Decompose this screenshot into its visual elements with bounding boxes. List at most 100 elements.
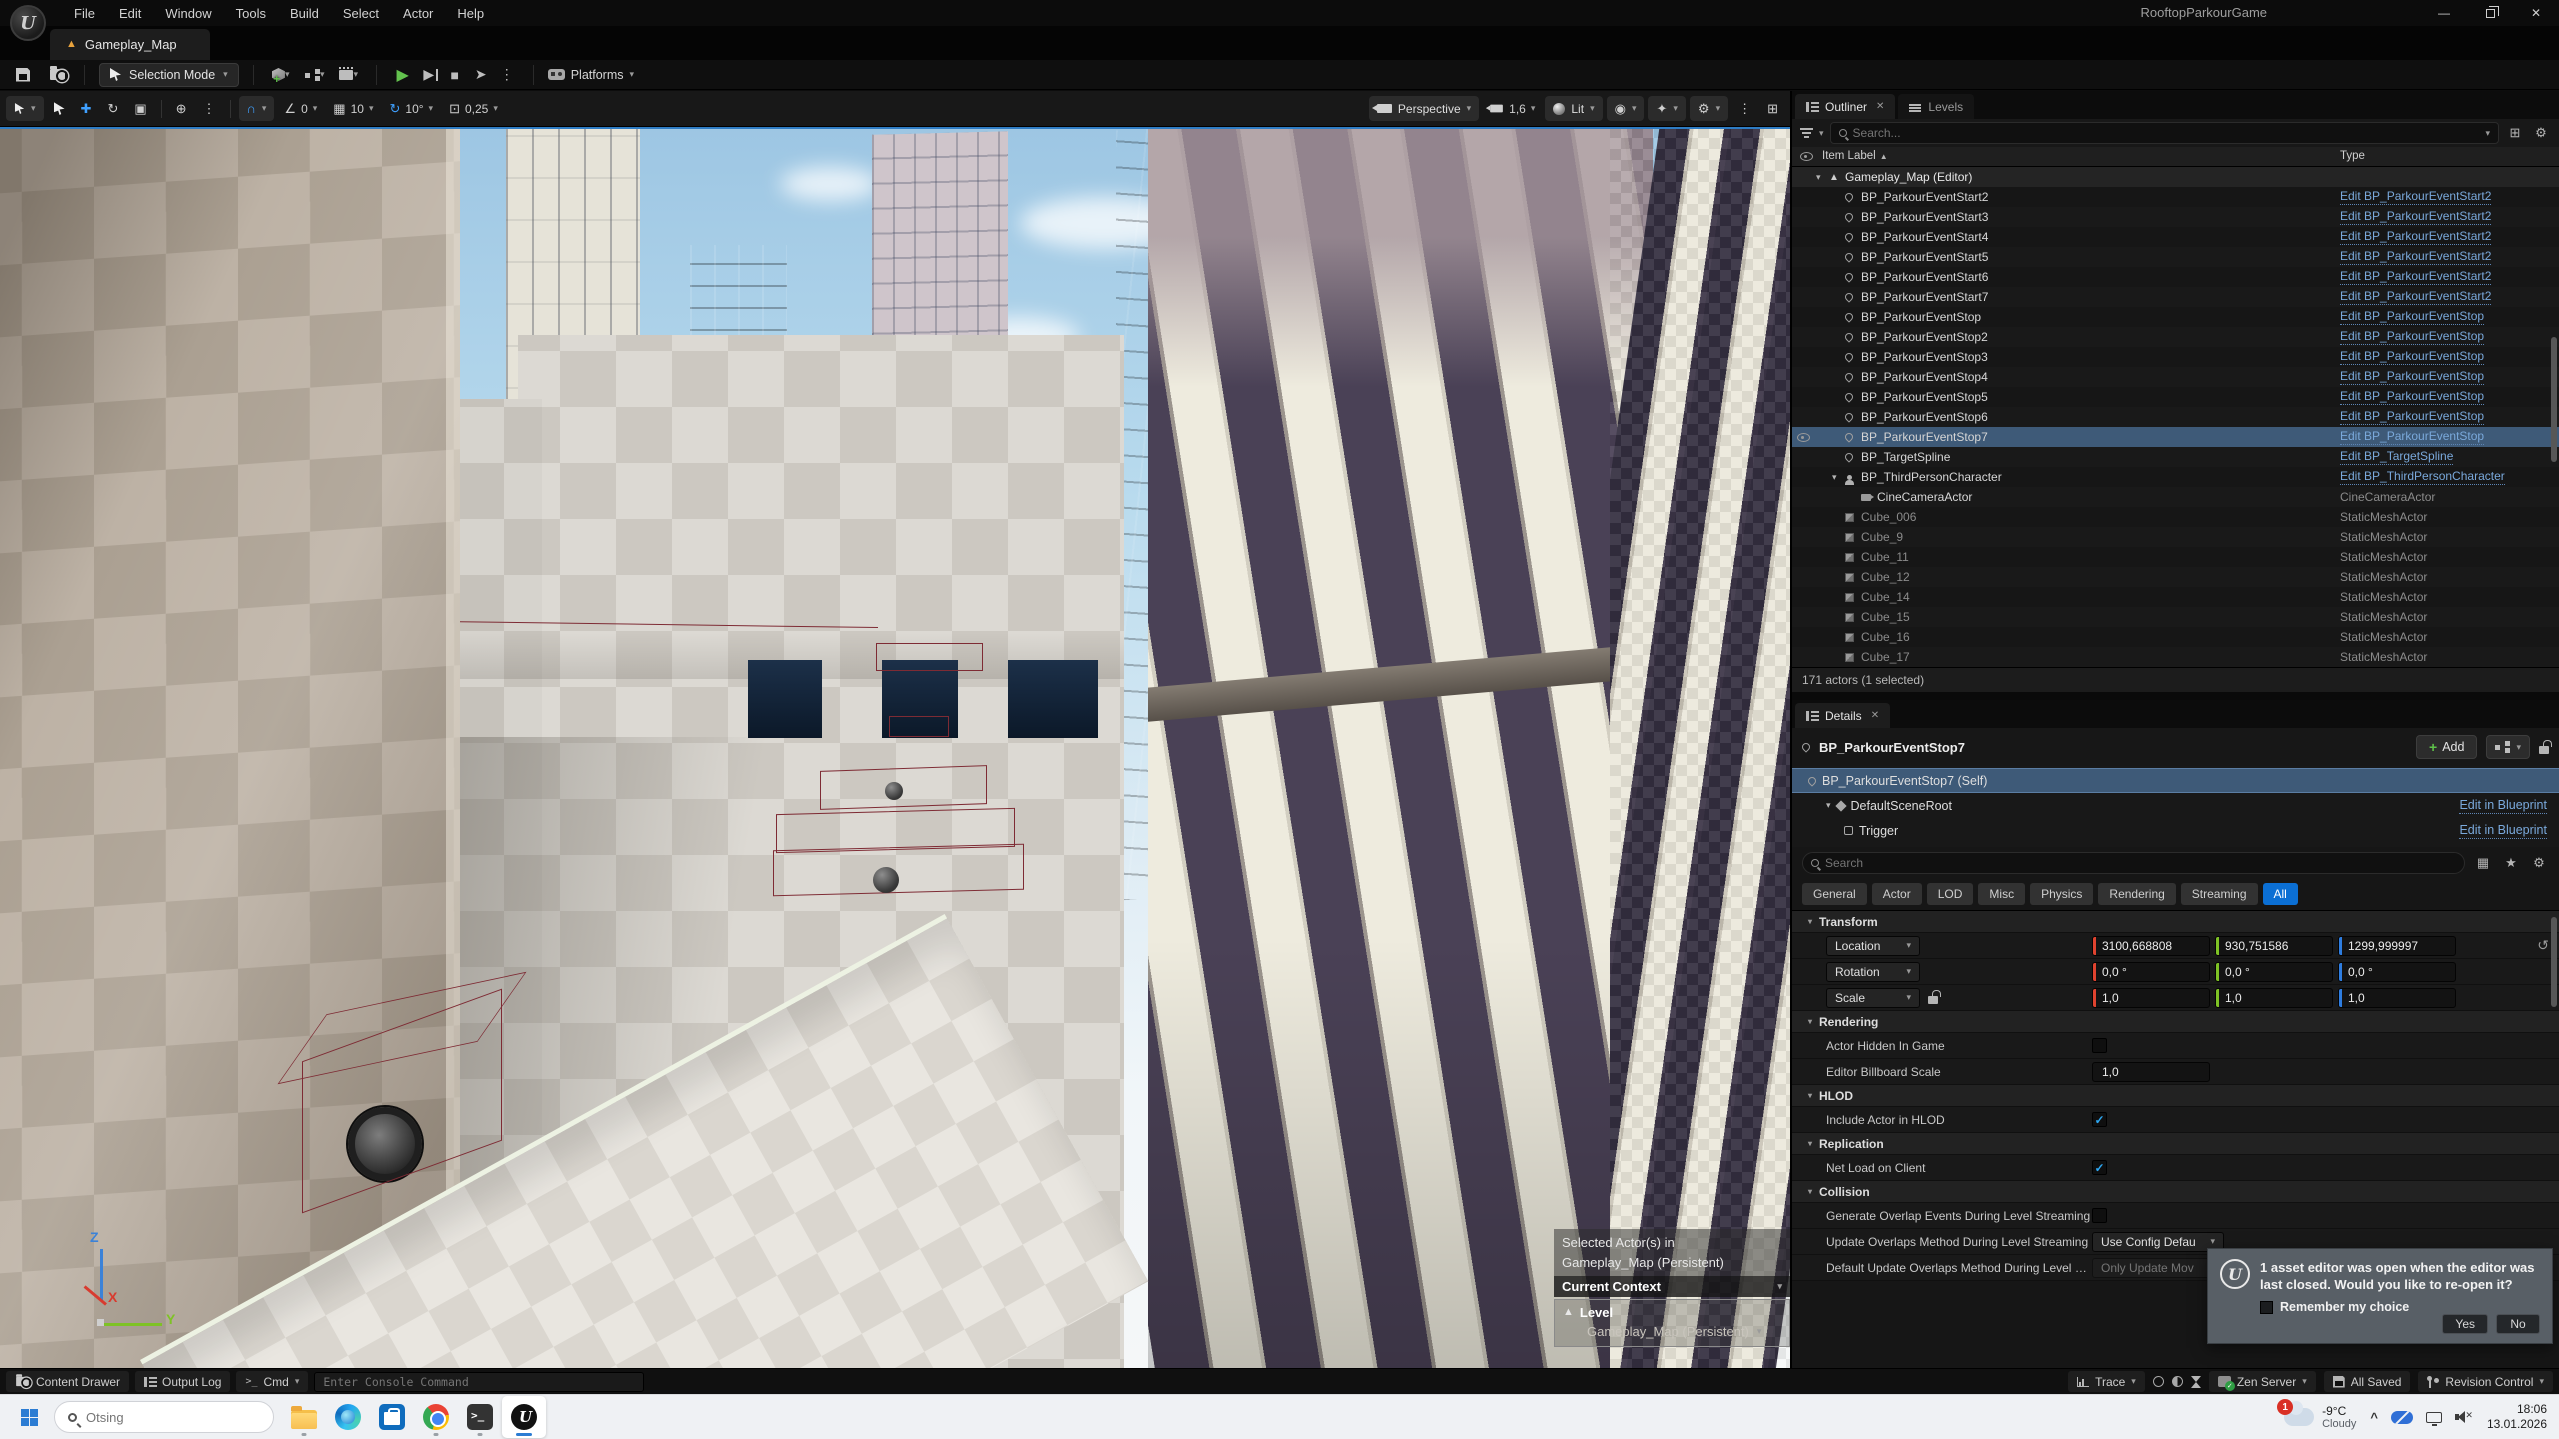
menu-file[interactable]: File [62, 6, 107, 21]
menu-build[interactable]: Build [278, 6, 331, 21]
edit-in-blueprint-link[interactable]: Edit in Blueprint [2459, 798, 2547, 814]
filter-tab-actor[interactable]: Actor [1872, 883, 1922, 905]
tab-details[interactable]: Details ✕ [1795, 703, 1890, 728]
rotation-snap-dropdown[interactable]: ↻10°▾ [383, 96, 439, 121]
visibility-eye-icon[interactable] [1797, 433, 1810, 442]
tab-levels[interactable]: Levels [1898, 94, 1974, 119]
taskbar-edge[interactable] [326, 1396, 370, 1438]
lock-icon[interactable] [2539, 746, 2549, 754]
volume-muted-icon[interactable] [2455, 1411, 2473, 1424]
restore-button[interactable] [2467, 0, 2513, 26]
play-options-button[interactable]: ⋮ [495, 63, 519, 87]
outliner-row[interactable]: BP_ParkourEventStart7Edit BP_ParkourEven… [1792, 287, 2559, 307]
edit-asset-link[interactable]: Edit BP_ParkourEventStop [2340, 309, 2484, 324]
outliner-row[interactable]: BP_ParkourEventStop7Edit BP_ParkourEvent… [1792, 427, 2559, 447]
taskbar-clock[interactable]: 18:06 13.01.2026 [2487, 1402, 2547, 1432]
profiler-icon[interactable] [2172, 1376, 2183, 1387]
scale-snap-dropdown[interactable]: ⊡0,25▾ [443, 96, 504, 121]
viewport-settings-dropdown[interactable]: ⚙▾ [1690, 96, 1728, 121]
add-actor-button[interactable]: +▾ [268, 63, 294, 87]
menu-edit[interactable]: Edit [107, 6, 153, 21]
outliner-row[interactable]: Cube_16StaticMeshActor [1792, 627, 2559, 647]
filter-tab-rendering[interactable]: Rendering [2098, 883, 2175, 905]
property-field[interactable]: 1,0 [2092, 1062, 2210, 1082]
unreal-logo-icon[interactable]: U [10, 5, 46, 41]
view-mode-dropdown[interactable]: Lit▾ [1545, 96, 1602, 121]
blueprints-button[interactable]: ▾ [302, 63, 328, 87]
location-y-field[interactable]: 930,751586 [2215, 936, 2333, 956]
outliner-row[interactable]: BP_ParkourEventStop5Edit BP_ParkourEvent… [1792, 387, 2559, 407]
chevron-down-icon[interactable]: ▾ [2485, 129, 2490, 138]
outliner-row[interactable]: BP_ParkourEventStop4Edit BP_ParkourEvent… [1792, 367, 2559, 387]
section-replication[interactable]: ▾Replication [1792, 1133, 2559, 1155]
filter-tab-physics[interactable]: Physics [2030, 883, 2093, 905]
start-button[interactable] [12, 1400, 46, 1434]
outliner-row[interactable]: BP_ParkourEventStop3Edit BP_ParkourEvent… [1792, 347, 2559, 367]
onedrive-icon[interactable] [2391, 1411, 2413, 1424]
outliner-row[interactable]: CineCameraActorCineCameraActor [1792, 487, 2559, 507]
camera-speed-dropdown[interactable]: 1,6▾ [1483, 96, 1541, 121]
frame-skip-button[interactable]: ▶ [417, 63, 441, 87]
zen-server-dropdown[interactable]: Zen Server▾ [2209, 1371, 2316, 1392]
outliner-row[interactable]: Cube_9StaticMeshActor [1792, 527, 2559, 547]
location-z-field[interactable]: 1299,999997 [2338, 936, 2456, 956]
favorites-button[interactable]: ★ [2501, 853, 2521, 873]
transform-options-button[interactable]: ⋮ [197, 96, 222, 121]
edit-asset-link[interactable]: Edit BP_ThirdPersonCharacter [2340, 469, 2505, 484]
display-icon[interactable] [2426, 1412, 2442, 1423]
edit-asset-link[interactable]: Edit BP_ParkourEventStart2 [2340, 289, 2491, 304]
edit-asset-link[interactable]: Edit BP_ParkourEventStart2 [2340, 189, 2491, 204]
filter-tab-lod[interactable]: LOD [1927, 883, 1974, 905]
outliner-settings-button[interactable]: ⚙ [2531, 123, 2551, 143]
selection-mode-dropdown[interactable]: Selection Mode ▾ [99, 63, 239, 87]
outliner-row[interactable]: Cube_15StaticMeshActor [1792, 607, 2559, 627]
edit-asset-link[interactable]: Edit BP_ParkourEventStop [2340, 409, 2484, 424]
details-scrollbar[interactable] [2551, 917, 2557, 1007]
component-row[interactable]: ▾DefaultSceneRootEdit in Blueprint [1792, 793, 2559, 818]
outliner-row[interactable]: Cube_17StaticMeshActor [1792, 647, 2559, 667]
property-checkbox[interactable]: ✓ [2092, 1160, 2107, 1175]
outliner-search-box[interactable]: ▾ [1830, 122, 2499, 144]
remember-choice-checkbox[interactable] [2260, 1301, 2273, 1314]
property-checkbox[interactable]: ✓ [2092, 1208, 2107, 1223]
add-component-button[interactable]: +Add [2416, 735, 2477, 759]
tab-gameplay-map[interactable]: ▲ Gameplay_Map [50, 29, 210, 60]
revision-control-dropdown[interactable]: Revision Control▾ [2418, 1371, 2553, 1392]
outliner-row[interactable]: BP_TargetSplineEdit BP_TargetSpline [1792, 447, 2559, 467]
display-options-button[interactable]: ▦ [2473, 853, 2493, 873]
surface-snapping-dropdown[interactable]: ∩▾ [239, 96, 275, 121]
outliner-row[interactable]: ▾BP_ThirdPersonCharacterEdit BP_ThirdPer… [1792, 467, 2559, 487]
insights-icon[interactable] [2153, 1376, 2164, 1387]
details-settings-button[interactable]: ⚙ [2529, 853, 2549, 873]
console-command-box[interactable] [314, 1372, 644, 1392]
section-hlod[interactable]: ▾HLOD [1792, 1085, 2559, 1107]
outliner-row[interactable]: BP_ParkourEventStart6Edit BP_ParkourEven… [1792, 267, 2559, 287]
visibility-column-icon[interactable] [1800, 152, 1813, 161]
view-options-dropdown[interactable]: ✦▾ [1648, 96, 1685, 121]
world-local-toggle[interactable]: ⊕ [170, 96, 193, 121]
content-drawer-button[interactable]: Content Drawer [6, 1371, 129, 1392]
maximize-viewport-button[interactable]: ⊞ [1761, 96, 1784, 121]
scale-z-field[interactable]: 1,0 [2338, 988, 2456, 1008]
edit-asset-link[interactable]: Edit BP_ParkourEventStart2 [2340, 249, 2491, 264]
property-dropdown[interactable]: Use Config Defau▾ [2092, 1232, 2224, 1252]
edit-in-blueprint-link[interactable]: Edit in Blueprint [2459, 823, 2547, 839]
close-button[interactable]: ✕ [2513, 0, 2559, 26]
close-tab-icon[interactable]: ✕ [1871, 710, 1879, 721]
outliner-scrollbar[interactable] [2551, 337, 2557, 462]
transform-tool-dropdown[interactable]: ▾ [6, 96, 44, 121]
viewport-menu-button[interactable]: ⋮ [1732, 96, 1757, 121]
menu-help[interactable]: Help [445, 6, 496, 21]
type-column[interactable]: Type [2340, 150, 2365, 162]
rotation-z-field[interactable]: 0,0 ° [2338, 962, 2456, 982]
item-label-column[interactable]: Item Label▲ [1822, 150, 1888, 162]
edit-asset-link[interactable]: Edit BP_ParkourEventStop [2340, 389, 2484, 404]
taskbar-file-explorer[interactable] [282, 1396, 326, 1438]
edit-asset-link[interactable]: Edit BP_ParkourEventStop [2340, 329, 2484, 344]
panel-divider[interactable] [1792, 692, 2559, 700]
show-flags-dropdown[interactable]: ◉▾ [1607, 96, 1645, 121]
content-browser-button[interactable] [44, 63, 70, 87]
grid-snap-dropdown[interactable]: ▦10▾ [327, 96, 379, 121]
expand-caret-icon[interactable]: ▾ [1826, 800, 1831, 811]
expand-caret-icon[interactable]: ▾ [1832, 472, 1845, 483]
